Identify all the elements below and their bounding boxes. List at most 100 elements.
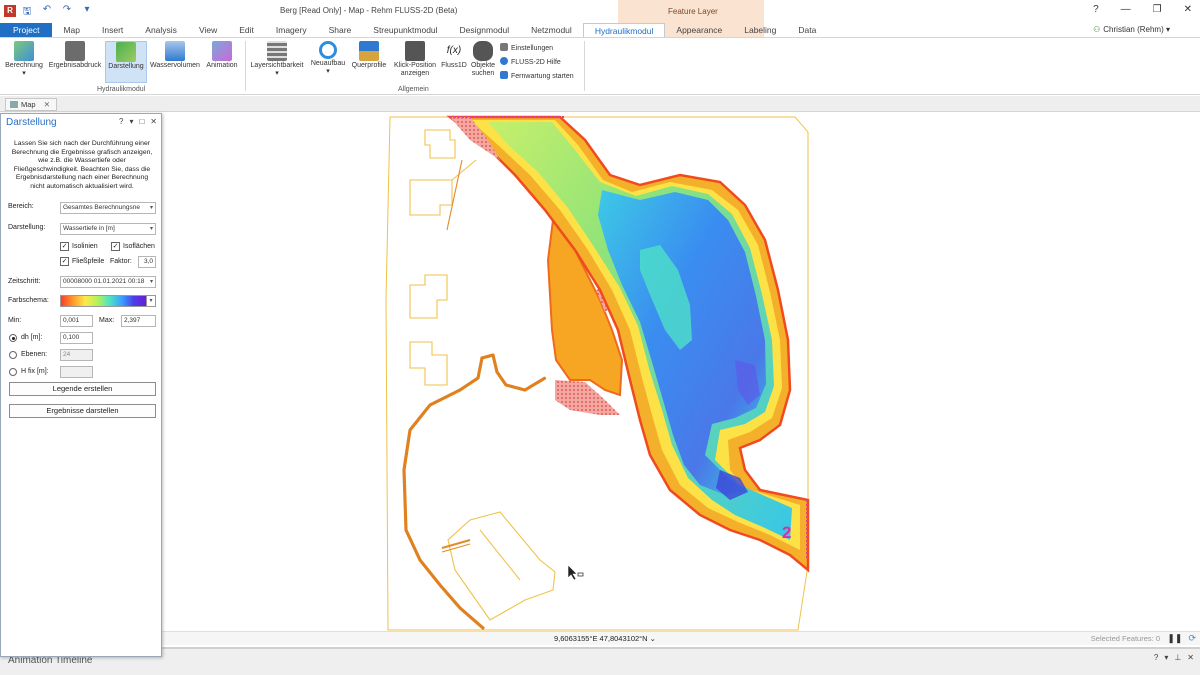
klick-position-button[interactable]: Klick-Position anzeigen bbox=[390, 41, 440, 78]
darstellung-dropdown[interactable]: Wassertiefe in [m] bbox=[60, 223, 156, 235]
neuaufbau-button[interactable]: Neuaufbau ▾ bbox=[307, 41, 349, 76]
isoflaechen-label: Isoflächen bbox=[123, 243, 155, 250]
berechnung-button[interactable]: Berechnung ▾ bbox=[4, 41, 44, 78]
tab-hydraulikmodul[interactable]: Hydraulikmodul bbox=[582, 23, 666, 37]
mouse-cursor-icon bbox=[567, 564, 578, 581]
tab-project[interactable]: Project bbox=[0, 23, 53, 37]
ergebnisse-darstellen-button[interactable]: Ergebnisse darstellen bbox=[9, 404, 156, 418]
wasservolumen-button[interactable]: Wasservolumen bbox=[148, 41, 202, 70]
close-icon[interactable]: ✕ bbox=[1187, 653, 1194, 662]
refresh-icon[interactable]: ⟳ bbox=[1188, 633, 1196, 644]
map-tab-icon bbox=[10, 101, 18, 108]
close-tab-icon[interactable]: ✕ bbox=[44, 100, 50, 109]
layersichtbarkeit-button[interactable]: Layersichtbarkeit ▾ bbox=[248, 41, 306, 78]
chevron-down-icon[interactable]: ▾ bbox=[147, 295, 156, 307]
ebenen-input[interactable]: 24 bbox=[60, 349, 93, 361]
map-document-tab[interactable]: Map ✕ bbox=[5, 98, 57, 111]
isolinien-checkbox[interactable]: ✓ bbox=[60, 242, 69, 251]
max-input[interactable]: 2,397 bbox=[121, 315, 156, 327]
help-button[interactable]: ? bbox=[1093, 4, 1099, 15]
chevron-down-icon[interactable]: ⌄ bbox=[650, 634, 656, 643]
pause-icon[interactable]: ❚❚ bbox=[1167, 633, 1182, 644]
chevron-down-icon[interactable]: ▾ bbox=[1164, 653, 1168, 662]
help-icon[interactable]: ? bbox=[1154, 653, 1158, 662]
help-icon[interactable]: ? bbox=[119, 117, 123, 126]
function-icon: f(x) bbox=[446, 45, 462, 56]
tab-labeling[interactable]: Labeling bbox=[733, 23, 787, 37]
close-icon[interactable]: ✕ bbox=[150, 117, 157, 126]
remote-support-icon bbox=[500, 71, 508, 79]
restore-button[interactable]: ❐ bbox=[1153, 4, 1162, 15]
undo-icon[interactable]: ↶ bbox=[40, 4, 54, 21]
tab-share[interactable]: Share bbox=[318, 23, 363, 37]
ebenen-radio[interactable] bbox=[9, 351, 17, 359]
fluss1d-button[interactable]: f(x) Fluss1D bbox=[440, 41, 468, 70]
min-input[interactable]: 0,001 bbox=[60, 315, 93, 327]
dh-radio[interactable] bbox=[9, 334, 17, 342]
maximize-icon[interactable]: □ bbox=[139, 117, 144, 126]
tab-map[interactable]: Map bbox=[52, 23, 91, 37]
faktor-input[interactable]: 3,0 bbox=[138, 256, 156, 268]
document-tab-strip: Map ✕ bbox=[0, 96, 1200, 112]
group-label-hydraulikmodul: Hydraulikmodul bbox=[97, 86, 146, 93]
bereich-dropdown[interactable]: Gesamtes Berechnungsne bbox=[60, 202, 156, 214]
tab-imagery[interactable]: Imagery bbox=[265, 23, 318, 37]
ribbon: Berechnung ▾ Ergebnisabdruck Darstellung … bbox=[0, 37, 1200, 95]
hfix-radio[interactable] bbox=[9, 368, 17, 376]
hilfe-button[interactable]: FLUSS-2D Hilfe bbox=[500, 57, 561, 67]
isolinien-label: Isolinien bbox=[72, 243, 98, 250]
title-bar: R 🖫 ↶ ↷ ▾ Berg [Read Only] - Map - Rehm … bbox=[0, 0, 1200, 23]
zeitschritt-dropdown[interactable]: 00008000 01.01.2021 00:18 bbox=[60, 276, 156, 288]
hfix-input[interactable] bbox=[60, 366, 93, 378]
tab-netzmodul[interactable]: Netzmodul bbox=[520, 23, 583, 37]
pane-title: Darstellung bbox=[6, 117, 57, 128]
isoflaechen-checkbox[interactable]: ✓ bbox=[111, 242, 120, 251]
min-label: Min: bbox=[8, 317, 22, 324]
map-view[interactable]: 2 bbox=[162, 113, 1200, 631]
hfix-label: H fix [m]: bbox=[21, 368, 49, 375]
window-controls: ? — ❐ ✕ bbox=[1093, 4, 1192, 15]
ribbon-tabs: Project Map Insert Analysis View Edit Im… bbox=[0, 23, 827, 37]
group-label-allgemein: Allgemein bbox=[398, 86, 429, 93]
redo-icon[interactable]: ↷ bbox=[60, 4, 74, 21]
minimize-button[interactable]: — bbox=[1121, 4, 1131, 15]
einstellungen-button[interactable]: Einstellungen bbox=[500, 43, 553, 53]
color-ramp-selector[interactable] bbox=[60, 295, 147, 307]
fernwartung-button[interactable]: Fernwartung starten bbox=[500, 71, 574, 81]
tab-appearance[interactable]: Appearance bbox=[665, 23, 733, 37]
chevron-down-icon[interactable]: ▾ bbox=[129, 117, 133, 126]
tab-edit[interactable]: Edit bbox=[228, 23, 265, 37]
objekte-suchen-button[interactable]: Objekte suchen bbox=[469, 41, 497, 78]
user-account[interactable]: ⚇ Christian (Rehm) ▾ bbox=[1093, 25, 1170, 34]
animation-button[interactable]: Animation bbox=[203, 41, 241, 70]
hydraulic-result-map[interactable]: 2 bbox=[162, 113, 1200, 631]
animation-timeline-pane: Animation Timeline ? ▾ ⊥ ✕ bbox=[0, 647, 1200, 675]
tab-insert[interactable]: Insert bbox=[91, 23, 134, 37]
pane-description: Lassen Sie sich nach der Durchführung ei… bbox=[11, 140, 153, 190]
help-icon bbox=[500, 57, 508, 65]
customize-qat-icon[interactable]: ▾ bbox=[80, 4, 94, 21]
pin-icon[interactable]: ⊥ bbox=[1174, 653, 1181, 662]
bereich-label: Bereich: bbox=[8, 203, 34, 210]
coordinate-readout[interactable]: 9,6063155°E 47,8043102°N ⌄ bbox=[554, 634, 656, 643]
tab-analysis[interactable]: Analysis bbox=[134, 23, 188, 37]
save-icon[interactable]: 🖫 bbox=[20, 4, 34, 21]
tab-designmodul[interactable]: Designmodul bbox=[449, 23, 521, 37]
map-status-bar: 9,6063155°E 47,8043102°N ⌄ Selected Feat… bbox=[162, 631, 1200, 645]
cross-section-icon bbox=[359, 41, 379, 61]
ergebnisabdruck-button[interactable]: Ergebnisabdruck bbox=[47, 41, 103, 70]
close-button[interactable]: ✕ bbox=[1184, 4, 1192, 15]
fliesspfeile-checkbox[interactable]: ✓ bbox=[60, 257, 69, 266]
animation-icon bbox=[212, 41, 232, 61]
tab-streupunktmodul[interactable]: Streupunktmodul bbox=[362, 23, 448, 37]
querprofile-button[interactable]: Querprofile bbox=[349, 41, 389, 70]
quick-access-toolbar: 🖫 ↶ ↷ ▾ bbox=[20, 4, 94, 21]
window-title: Berg [Read Only] - Map - Rehm FLUSS-2D (… bbox=[280, 6, 458, 15]
dh-input[interactable]: 0,100 bbox=[60, 332, 93, 344]
tab-view[interactable]: View bbox=[188, 23, 228, 37]
darstellung-button[interactable]: Darstellung bbox=[105, 41, 147, 83]
tab-data[interactable]: Data bbox=[787, 23, 827, 37]
settings-icon bbox=[500, 43, 508, 51]
pane-controls: ? ▾ □ ✕ bbox=[119, 117, 157, 126]
legende-erstellen-button[interactable]: Legende erstellen bbox=[9, 382, 156, 396]
